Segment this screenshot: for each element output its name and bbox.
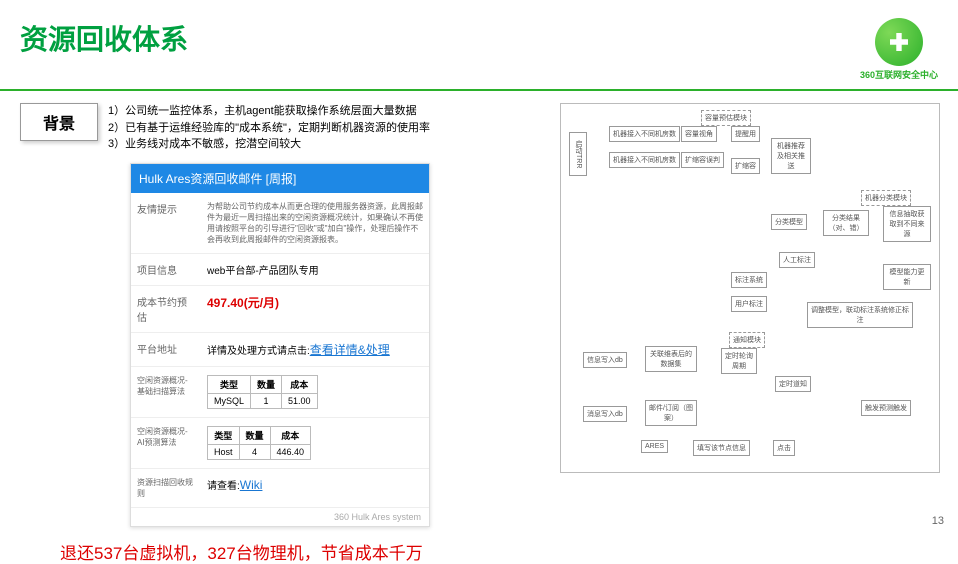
flow-b12: 人工标注 bbox=[779, 252, 815, 268]
flow-b5: 机器接入不同机房数 bbox=[609, 152, 680, 168]
flow-b1: 启动TRR bbox=[569, 132, 587, 176]
shield-icon bbox=[875, 18, 923, 66]
flow-b4: 提醒用 bbox=[731, 126, 760, 142]
flow-diagram: 容量预估模块 启动TRR 机器接入不同机房数 容量视角 提醒用 机器接入不同机房… bbox=[560, 103, 940, 473]
flow-b14: 模型能力更新 bbox=[883, 264, 931, 290]
page-number: 13 bbox=[932, 515, 944, 527]
flow-b26: 触发预测触发 bbox=[861, 400, 911, 416]
brand-logo: 360互联网安全中心 bbox=[860, 18, 938, 81]
flow-b24: 填写该节点信息 bbox=[693, 440, 750, 456]
bg-line-1: 1）公司统一监控体系，主机agent能获取操作系统层面大量数据 bbox=[108, 103, 430, 120]
row-rule-label: 资源扫描回收规则 bbox=[131, 469, 201, 507]
flow-b7: 机器推荐及相关推送 bbox=[771, 138, 811, 174]
flow-b6: 扩缩容误判 bbox=[681, 152, 724, 168]
row-tip-label: 友情提示 bbox=[131, 193, 201, 253]
row-cost-value: 497.40(元/月) bbox=[201, 286, 429, 332]
flow-b8: 扩缩容 bbox=[731, 158, 760, 174]
platform-prefix: 详情及处理方式请点击: bbox=[207, 346, 310, 357]
email-footer: 360 Hulk Ares system bbox=[131, 508, 429, 526]
flow-b19: 定时轮询周期 bbox=[721, 348, 757, 374]
flow-b21: 消息写入db bbox=[583, 406, 627, 422]
flow-sec1-title: 容量预估模块 bbox=[701, 110, 751, 126]
flow-b20: 定时道知 bbox=[775, 376, 811, 392]
idle-table-1: 类型数量成本 MySQL151.00 bbox=[207, 375, 318, 409]
flow-b10: 分类结果（对、错） bbox=[823, 210, 869, 236]
row-idle1-label: 空闲资源概况-基础扫描算法 bbox=[131, 367, 201, 417]
row-tip-value: 为帮助公司节约成本从而更合理的使用服务器资源，此周报邮件为最近一周扫描出来的空闲… bbox=[201, 193, 429, 253]
email-panel: Hulk Ares资源回收邮件 [周报] 友情提示 为帮助公司节约成本从而更合理… bbox=[130, 163, 430, 527]
background-label: 背景 bbox=[20, 103, 98, 141]
flow-b13: 标注系统 bbox=[731, 272, 767, 288]
flow-b16: 调整模型，联动标注系统修正标注 bbox=[807, 302, 913, 328]
bg-line-3: 3）业务线对成本不敏感，挖潜空间较大 bbox=[108, 136, 430, 153]
summary-text: 退还537台虚拟机，327台物理机，节省成本千万 bbox=[60, 539, 540, 564]
row-proj-label: 项目信息 bbox=[131, 254, 201, 285]
flow-b9: 分类模型 bbox=[771, 214, 807, 230]
flow-b17: 信息写入db bbox=[583, 352, 627, 368]
email-title: Hulk Ares资源回收邮件 [周报] bbox=[131, 164, 429, 193]
flow-b3: 容量视角 bbox=[681, 126, 717, 142]
flow-b2: 机器接入不同机房数 bbox=[609, 126, 680, 142]
brand-text: 360互联网安全中心 bbox=[860, 68, 938, 81]
flow-b22: 邮件/订阅（图案） bbox=[645, 400, 697, 426]
background-text: 1）公司统一监控体系，主机agent能获取操作系统层面大量数据 2）已有基于运维… bbox=[108, 103, 430, 153]
flow-b15: 用户标注 bbox=[731, 296, 767, 312]
row-rule-value: 请查看:Wiki bbox=[201, 469, 429, 507]
divider bbox=[0, 89, 958, 91]
flow-b11: 信息抽取获取到不同来源 bbox=[883, 206, 931, 242]
row-platform-value: 详情及处理方式请点击:查看详情&处理 bbox=[201, 333, 429, 366]
bg-line-2: 2）已有基于运维经验库的"成本系统"，定期判断机器资源的使用率 bbox=[108, 120, 430, 137]
flow-b25: 点击 bbox=[773, 440, 795, 456]
rule-prefix: 请查看: bbox=[207, 481, 240, 492]
detail-link[interactable]: 查看详情&处理 bbox=[310, 343, 390, 357]
row-proj-value: web平台部-产品团队专用 bbox=[201, 254, 429, 285]
page-title: 资源回收体系 bbox=[20, 18, 188, 58]
flow-sec2-title: 机器分类模块 bbox=[861, 190, 911, 206]
flow-b18: 关联维表后的数据集 bbox=[645, 346, 697, 372]
row-idle2-label: 空闲资源概况-AI预测算法 bbox=[131, 418, 201, 468]
flow-sec3-title: 通知模块 bbox=[729, 332, 765, 348]
row-platform-label: 平台地址 bbox=[131, 333, 201, 366]
flow-b23: ARES bbox=[641, 440, 668, 453]
row-cost-label: 成本节约预估 bbox=[131, 286, 201, 332]
idle-table-2: 类型数量成本 Host4446.40 bbox=[207, 426, 311, 460]
wiki-link[interactable]: Wiki bbox=[240, 478, 263, 492]
